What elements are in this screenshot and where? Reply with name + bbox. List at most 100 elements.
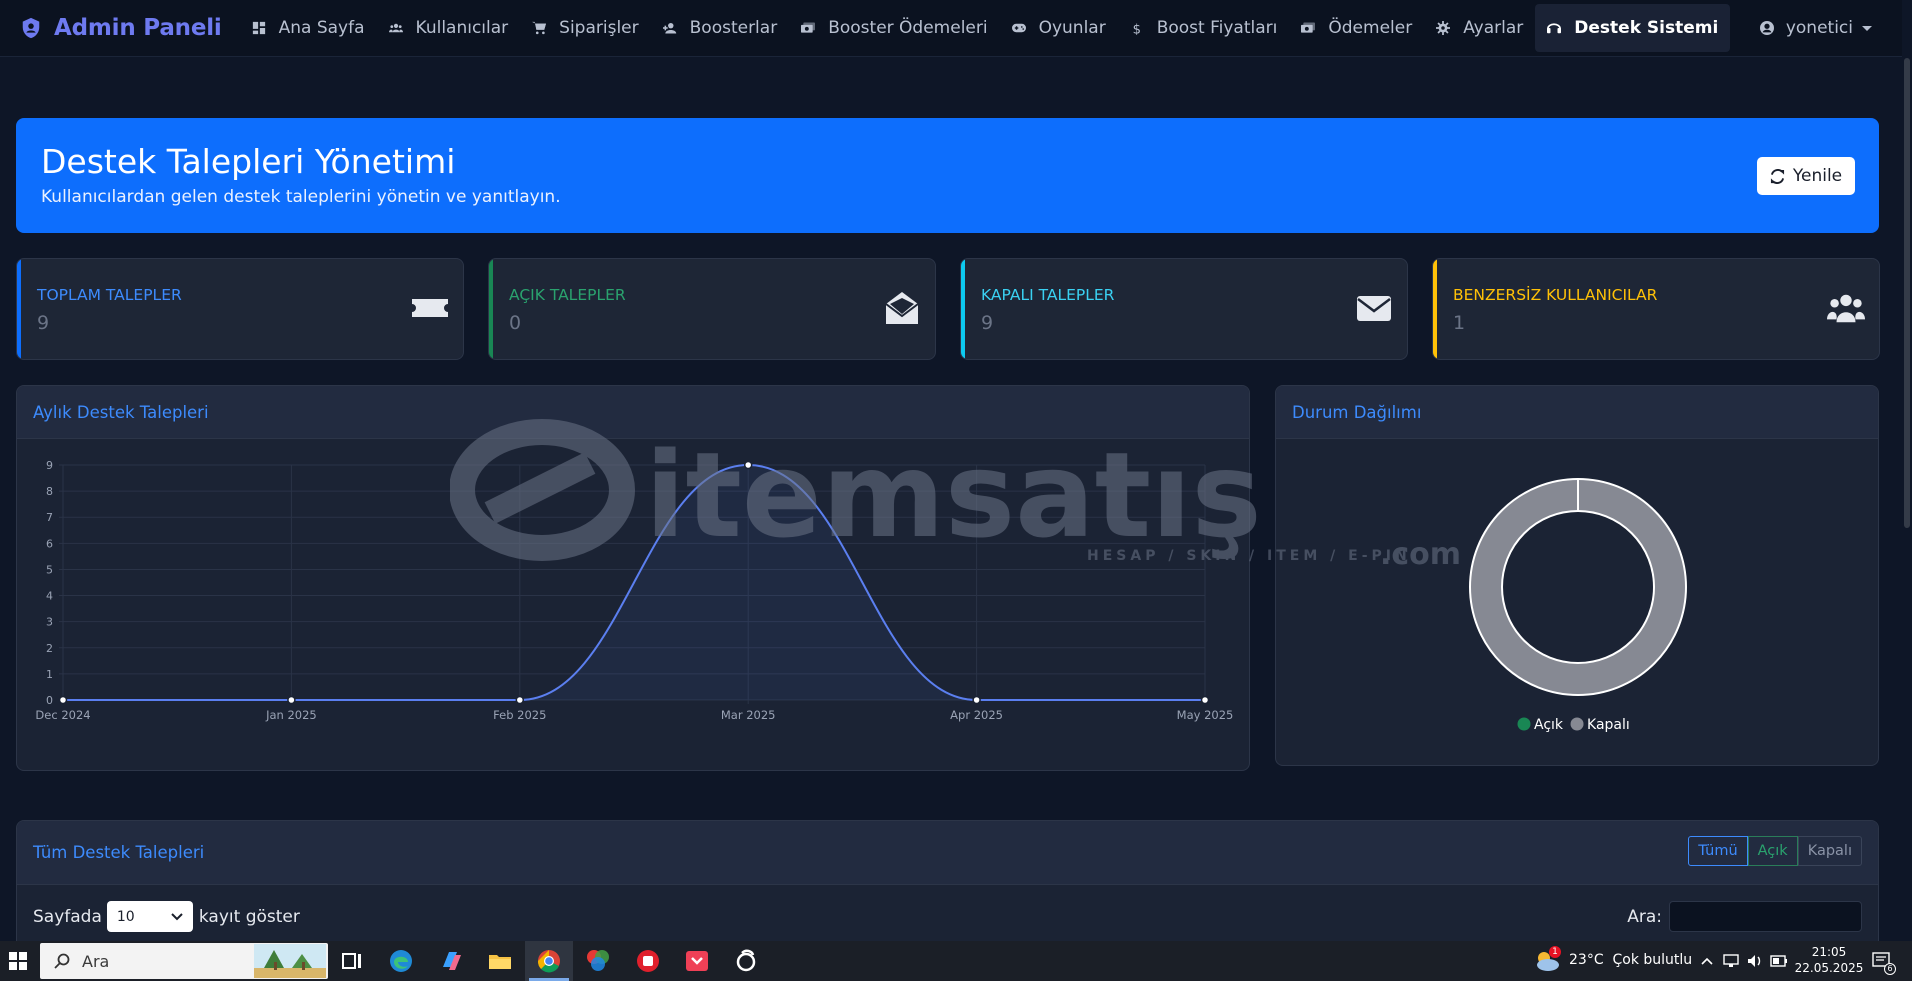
stat-card-total: TOPLAM TALEPLER 9: [16, 258, 464, 360]
nav-item-booster-odemeleri[interactable]: Booster Ödemeleri: [789, 4, 999, 52]
status-distribution-chart: Açık Kapalı: [1469, 478, 1687, 733]
nav-item-siparisler[interactable]: Siparişler: [520, 4, 650, 52]
page-header-banner: Destek Talepleri Yönetimi Kullanıcılarda…: [16, 118, 1879, 233]
gear-icon: [1436, 21, 1451, 35]
cart-icon: [532, 21, 547, 35]
nav-item-label: Boosterlar: [689, 18, 778, 38]
threads-app-icon[interactable]: [732, 947, 760, 975]
filter-open-button[interactable]: Açık: [1747, 836, 1798, 866]
weather-text[interactable]: 23°C Çok bulutlu: [1569, 952, 1692, 968]
money-icon: [801, 22, 816, 33]
stat-value: 1: [1453, 312, 1466, 334]
page-length-select[interactable]: 10: [106, 901, 193, 932]
gamepad-icon: [1011, 23, 1026, 33]
dollar-icon: $: [1132, 22, 1140, 35]
stat-accent-bar: [17, 259, 21, 359]
red-app-icon[interactable]: [634, 947, 662, 975]
stat-card-open: AÇIK TALEPLER 0: [488, 258, 936, 360]
nav-item-label: Ana Sayfa: [278, 18, 365, 38]
status-distribution-panel: Durum Dağılımı Açık Kapalı: [1275, 385, 1879, 766]
monthly-tickets-chart: 0 1 2 3 4 5 6 7 8 9 Dec 2024 Jan 2025 Feb 2025 Mar 20…: [35, 459, 1233, 722]
y-tick-label: 4: [46, 590, 53, 603]
copilot-icon[interactable]: [437, 947, 465, 975]
user-name: yonetici: [1785, 18, 1853, 38]
file-explorer-icon[interactable]: [486, 947, 514, 975]
search-banner-illustration-icon: [254, 944, 326, 978]
x-tick-label: Mar 2025: [721, 708, 776, 722]
stat-accent-bar: [489, 259, 493, 359]
nav-item-ayarlar[interactable]: Ayarlar: [1424, 4, 1535, 52]
nav-item-label: Booster Ödemeleri: [828, 18, 988, 38]
scrollbar-thumb[interactable]: [1904, 58, 1910, 528]
refresh-icon: [1770, 168, 1784, 184]
y-tick-label: 3: [46, 616, 53, 629]
stat-card-closed: KAPALI TALEPLER 9: [960, 258, 1408, 360]
brand-title: Admin Paneli: [54, 15, 222, 41]
headset-icon: [1547, 23, 1562, 34]
data-point: [743, 460, 753, 470]
page-length-control: Sayfada 10 kayıt göster: [33, 901, 300, 932]
nav-item-kullanicilar[interactable]: Kullanıcılar: [377, 4, 521, 52]
y-tick-label: 7: [46, 511, 53, 524]
stat-value: 0: [509, 312, 522, 334]
windows-start-icon[interactable]: [4, 947, 32, 975]
legend-marker: [1570, 717, 1584, 731]
data-point: [972, 695, 981, 705]
color-app-icon[interactable]: [584, 947, 612, 975]
page-length-suffix: kayıt göster: [198, 906, 300, 927]
pocket-app-icon[interactable]: [683, 947, 711, 975]
donut-inner-border: [1501, 510, 1655, 664]
y-tick-label: 6: [46, 537, 53, 550]
x-tick-label: Dec 2024: [35, 708, 90, 722]
page-scrollbar[interactable]: [1902, 0, 1912, 941]
page-length-value: 10: [116, 908, 135, 925]
page-subtitle: Kullanıcılardan gelen destek taleplerini…: [41, 187, 561, 207]
filter-closed-button[interactable]: Kapalı: [1797, 836, 1862, 866]
nav-item-destek-sistemi[interactable]: Destek Sistemi: [1535, 4, 1731, 52]
nav-item-boost-fiyatlari[interactable]: $ Boost Fiyatları: [1118, 4, 1290, 52]
task-view-icon[interactable]: [338, 947, 366, 975]
nav-item-oyunlar[interactable]: Oyunlar: [1000, 4, 1118, 52]
stat-accent-bar: [1433, 259, 1437, 359]
stat-label: AÇIK TALEPLER: [509, 286, 626, 304]
nav-item-label: Siparişler: [559, 18, 639, 38]
y-tick-label: 2: [46, 642, 53, 655]
nav-item-boosterlar[interactable]: Boosterlar: [651, 4, 790, 52]
chrome-active-tab[interactable]: [525, 941, 573, 981]
edge-browser-icon[interactable]: [387, 947, 415, 975]
clock[interactable]: 21:05 22.05.2025: [1794, 944, 1864, 976]
taskbar-search-placeholder: Ara: [82, 951, 110, 971]
brand[interactable]: Admin Paneli: [20, 15, 222, 41]
network-icon[interactable]: [1722, 953, 1740, 969]
clock-time: 21:05: [1811, 945, 1847, 959]
nav-item-ana-sayfa[interactable]: Ana Sayfa: [240, 4, 377, 52]
data-point: [287, 695, 296, 705]
status-filter-group: Tümü Açık Kapalı: [1688, 836, 1862, 866]
page-length-prefix: Sayfada: [33, 906, 102, 927]
table-search-input[interactable]: [1669, 901, 1862, 932]
svg-text:$: $: [1132, 22, 1140, 35]
page-title: Destek Talepleri Yönetimi: [41, 142, 456, 181]
nav-item-label: Kullanıcılar: [415, 18, 509, 38]
taskbar-search[interactable]: Ara: [40, 943, 328, 979]
weather-badge: 1: [1549, 946, 1561, 958]
battery-icon[interactable]: [1770, 953, 1788, 969]
search-label: Ara:: [1627, 906, 1662, 927]
nav-item-odemeler[interactable]: Ödemeler: [1289, 4, 1424, 52]
volume-icon[interactable]: [1746, 953, 1764, 969]
user-menu[interactable]: yonetici: [1759, 18, 1872, 38]
monthly-tickets-panel: Aylık Destek Talepleri 0 1 2 3 4 5 6 7 8 9 Dec 202…: [16, 385, 1250, 771]
refresh-button[interactable]: Yenile: [1757, 157, 1855, 195]
windows-taskbar: Ara 1 23°C Çok bulutlu 21:05 22.05.2025 …: [0, 941, 1912, 981]
nav-item-label: Destek Sistemi: [1574, 18, 1719, 38]
chevron-up-icon[interactable]: [1700, 955, 1714, 967]
dashboard-icon: [252, 21, 265, 35]
stat-label: KAPALI TALEPLER: [981, 286, 1115, 304]
stat-label: TOPLAM TALEPLER: [37, 286, 182, 304]
filter-all-button[interactable]: Tümü: [1688, 836, 1748, 866]
legend-label: Açık: [1534, 717, 1564, 733]
panel-title: Aylık Destek Talepleri: [17, 386, 1249, 439]
ticket-icon: [412, 299, 448, 317]
nav-item-label: Oyunlar: [1038, 18, 1106, 38]
search-icon: [54, 953, 70, 969]
